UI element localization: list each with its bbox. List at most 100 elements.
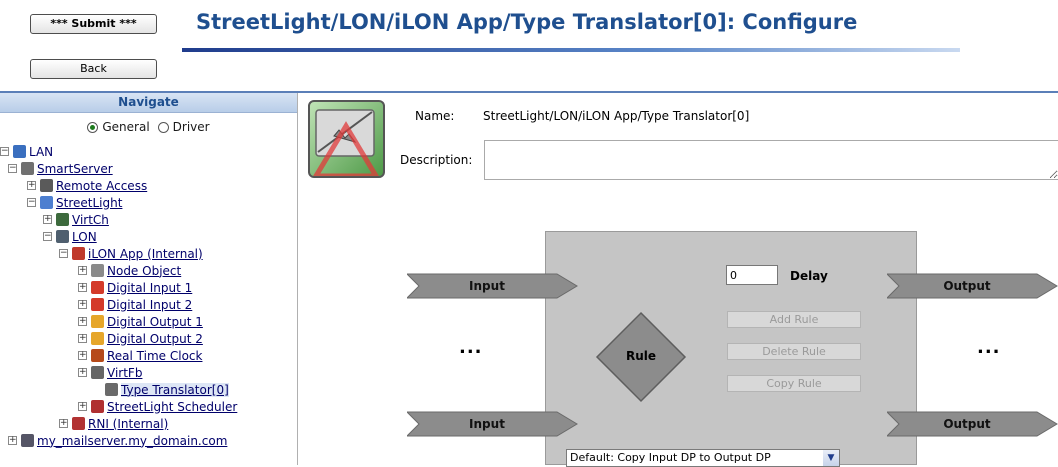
- tree-node-real-time-clock[interactable]: + Real Time Clock: [78, 347, 202, 364]
- add-rule-button[interactable]: Add Rule: [727, 311, 861, 328]
- description-field[interactable]: [484, 140, 1058, 180]
- output-arrow-label: Output: [943, 417, 991, 431]
- digital-input-icon: [91, 281, 104, 294]
- description-label: Description:: [400, 153, 473, 167]
- driver-radio-label[interactable]: Driver: [173, 120, 210, 134]
- output-arrow-label: Output: [943, 279, 991, 293]
- mail-server-icon: [21, 434, 34, 447]
- tree-node-label[interactable]: SmartServer: [37, 162, 113, 176]
- expand-toggle-icon[interactable]: +: [59, 419, 68, 428]
- expand-toggle-icon[interactable]: +: [27, 181, 36, 190]
- delay-input[interactable]: [726, 265, 778, 285]
- virtual-fb-icon: [91, 366, 104, 379]
- more-inputs-ellipsis: ...: [459, 337, 483, 358]
- digital-output-icon: [91, 315, 104, 328]
- expand-toggle-icon[interactable]: +: [8, 436, 17, 445]
- tree-node-virtfb[interactable]: + VirtFb: [78, 364, 142, 381]
- tree-node-label[interactable]: LAN: [29, 145, 53, 159]
- tree-node-label[interactable]: Node Object: [107, 264, 181, 278]
- tree-node-label[interactable]: my_mailserver.my_domain.com: [37, 434, 227, 448]
- tree-node-digital-output-1[interactable]: + Digital Output 1: [78, 313, 203, 330]
- tree-node-rni-internal[interactable]: + RNI (Internal): [59, 415, 168, 432]
- output-arrow[interactable]: Output: [887, 273, 1058, 299]
- expand-toggle-icon[interactable]: +: [78, 402, 87, 411]
- tree-node-label[interactable]: VirtFb: [107, 366, 142, 380]
- tree-node-digital-input-1[interactable]: + Digital Input 1: [78, 279, 192, 296]
- scheduler-icon: [91, 400, 104, 413]
- submit-button[interactable]: *** Submit ***: [30, 14, 157, 34]
- collapse-toggle-icon[interactable]: −: [27, 198, 36, 207]
- tree-node-label[interactable]: Remote Access: [56, 179, 147, 193]
- tree-node-remote-access[interactable]: + Remote Access: [27, 177, 147, 194]
- tree-node-lon[interactable]: − LON: [43, 228, 97, 245]
- tree-node-label[interactable]: LON: [72, 230, 97, 244]
- tree-node-label[interactable]: Digital Output 2: [107, 332, 203, 346]
- tree-node-label[interactable]: Digital Input 2: [107, 298, 192, 312]
- delete-rule-button[interactable]: Delete Rule: [727, 343, 861, 360]
- expand-toggle-icon[interactable]: +: [78, 368, 87, 377]
- tree-node-my-mailserver-my-domain-com[interactable]: + my_mailserver.my_domain.com: [8, 432, 227, 449]
- navigate-header: Navigate: [0, 93, 297, 113]
- tree-node-label[interactable]: iLON App (Internal): [88, 247, 203, 261]
- configure-panel: Name: StreetLight/LON/iLON App/Type Tran…: [299, 93, 1058, 467]
- expand-toggle-icon[interactable]: +: [78, 351, 87, 360]
- tree-node-ilon-app-internal[interactable]: − iLON App (Internal): [59, 245, 203, 262]
- collapse-toggle-icon[interactable]: −: [59, 249, 68, 258]
- virtual-channel-icon: [56, 213, 69, 226]
- input-arrow[interactable]: Input: [407, 273, 579, 299]
- default-rule-select[interactable]: Default: Copy Input DP to Output DP ▼: [566, 449, 840, 467]
- tree-node-label[interactable]: Digital Output 1: [107, 315, 203, 329]
- name-value: StreetLight/LON/iLON App/Type Translator…: [483, 109, 750, 123]
- tree-node-label[interactable]: Real Time Clock: [107, 349, 202, 363]
- expand-toggle-icon[interactable]: +: [78, 334, 87, 343]
- clock-icon: [91, 349, 104, 362]
- tree-node-label[interactable]: VirtCh: [72, 213, 109, 227]
- tree-node-type-translator-0[interactable]: Type Translator[0]: [92, 381, 229, 398]
- general-radio[interactable]: [87, 121, 99, 133]
- tree-node-label[interactable]: Type Translator[0]: [121, 382, 229, 397]
- tree-node-label[interactable]: StreetLight: [56, 196, 122, 210]
- expand-toggle-icon[interactable]: +: [78, 317, 87, 326]
- tree-node-label[interactable]: RNI (Internal): [88, 417, 168, 431]
- tree-node-streetlight[interactable]: − StreetLight: [27, 194, 122, 211]
- output-arrow[interactable]: Output: [887, 411, 1058, 437]
- expand-toggle-icon[interactable]: +: [78, 266, 87, 275]
- tree-node-label[interactable]: Digital Input 1: [107, 281, 192, 295]
- collapse-toggle-icon[interactable]: −: [43, 232, 52, 241]
- navigation-panel: Navigate General Driver − LAN − SmartServer…: [0, 93, 298, 465]
- digital-output-icon: [91, 332, 104, 345]
- network-icon: [13, 145, 26, 158]
- tree-node-node-object[interactable]: + Node Object: [78, 262, 181, 279]
- tree-node-streetlight-scheduler[interactable]: + StreetLight Scheduler: [78, 398, 237, 415]
- expand-toggle-icon[interactable]: +: [43, 215, 52, 224]
- expand-toggle-icon[interactable]: +: [78, 283, 87, 292]
- type-translator-icon: [105, 383, 118, 396]
- rni-icon: [72, 417, 85, 430]
- collapse-toggle-icon[interactable]: −: [8, 164, 17, 173]
- chevron-down-icon[interactable]: ▼: [823, 450, 839, 466]
- tree-node-virtch[interactable]: + VirtCh: [43, 211, 109, 228]
- remote-access-icon: [40, 179, 53, 192]
- expand-toggle-icon[interactable]: +: [78, 300, 87, 309]
- tree-node-digital-output-2[interactable]: + Digital Output 2: [78, 330, 203, 347]
- tree-node-smartserver[interactable]: − SmartServer: [8, 160, 113, 177]
- tree-node-lan[interactable]: − LAN: [0, 143, 53, 160]
- copy-rule-button[interactable]: Copy Rule: [727, 375, 861, 392]
- collapse-toggle-icon[interactable]: −: [0, 147, 9, 156]
- general-radio-label[interactable]: General: [102, 120, 149, 134]
- tree-node-label[interactable]: StreetLight Scheduler: [107, 400, 237, 414]
- tree-node-digital-input-2[interactable]: + Digital Input 2: [78, 296, 192, 313]
- server-icon: [21, 162, 34, 175]
- input-arrow-label: Input: [469, 279, 505, 293]
- page-title: StreetLight/LON/iLON App/Type Translator…: [196, 10, 858, 34]
- input-arrow[interactable]: Input: [407, 411, 579, 437]
- back-button[interactable]: Back: [30, 59, 157, 79]
- lon-icon: [56, 230, 69, 243]
- node-object-icon: [91, 264, 104, 277]
- name-label: Name:: [415, 109, 455, 123]
- network-channel-icon: [40, 196, 53, 209]
- page-header: *** Submit *** Back StreetLight/LON/iLON…: [0, 0, 1058, 93]
- driver-radio[interactable]: [157, 121, 169, 133]
- ilon-app-icon: [72, 247, 85, 260]
